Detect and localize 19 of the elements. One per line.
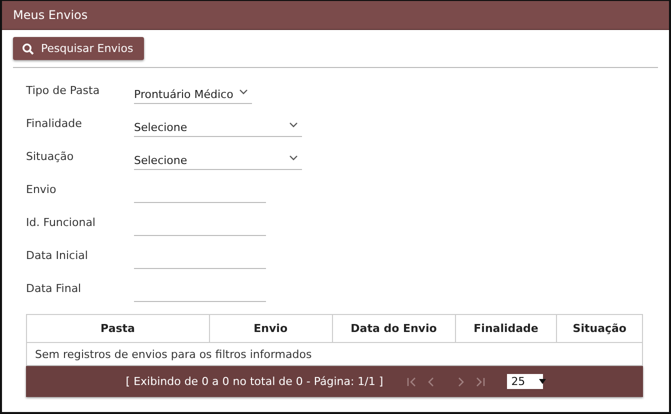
page-size-dropdown[interactable]: 25 [507,374,544,389]
field-label: Envio [26,183,58,198]
panel-title: Meus Envios [12,7,88,22]
column-header: Situação [556,314,642,342]
search-button[interactable]: Pesquisar Envios [13,37,144,60]
pager-summary: [ Exibindo de 0 a 0 no total de 0 - Página: 1/1 ] [126,375,384,388]
field-label: Tipo de Pasta [26,84,101,99]
field-label: Data Inicial [26,249,89,264]
column-header: Data do Envio [332,314,456,342]
column-header: Envio [209,314,332,342]
dropdown-field[interactable]: Selecione [134,118,302,137]
field-label: Situação [26,150,75,165]
column-header: Pasta [26,314,210,342]
field-label: Id. Funcional [26,216,96,231]
field-label: Finalidade [26,117,83,132]
field-label: Data Final [26,282,82,297]
dropdown-field[interactable]: Prontuário Médico [134,85,252,104]
column-header: Finalidade [455,314,557,342]
dropdown-field[interactable]: Selecione [134,151,302,170]
